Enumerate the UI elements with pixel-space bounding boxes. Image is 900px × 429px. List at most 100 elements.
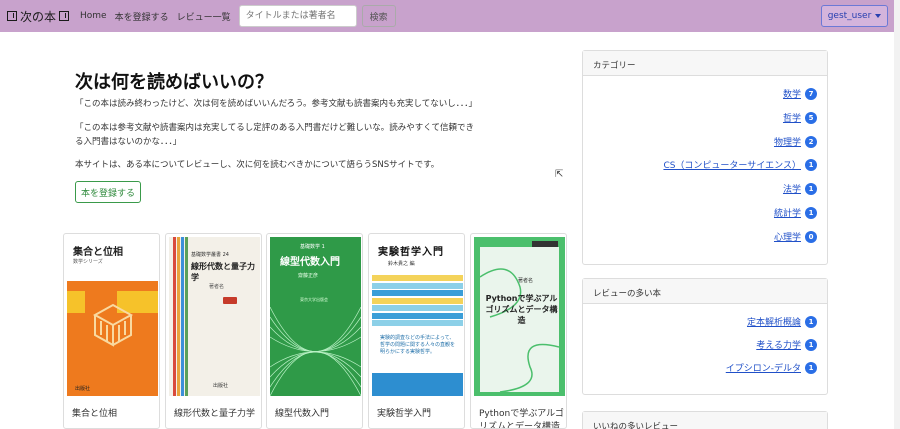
- count-badge: 1: [805, 206, 817, 219]
- chevron-down-icon: [875, 14, 882, 18]
- count-badge: 1: [805, 158, 817, 171]
- categories-panel: カテゴリー 数学 7 哲学 5 物理学 2 CS（コンピューターサイエンス） 1…: [582, 50, 828, 265]
- cover-tag: [223, 297, 237, 304]
- cover-bar: [372, 290, 463, 296]
- category-item[interactable]: 心理学 0: [774, 230, 817, 243]
- cover-author: 著者名: [209, 284, 225, 290]
- book-cover[interactable]: 基礎数学叢書 24 線形代数と量子力学 著者名 出版社: [169, 237, 260, 396]
- cover-footer: [372, 373, 463, 396]
- cover-series: 基礎数学 1: [300, 244, 325, 250]
- category-link[interactable]: 法学: [783, 182, 801, 195]
- book-card[interactable]: 実験哲学入門 鈴木貴之 編 実験的調査などの手法によって、哲学の問題に関する人々…: [368, 233, 465, 429]
- curve-pattern-icon: [270, 307, 361, 396]
- book-title[interactable]: 線形代数と量子力学: [174, 408, 259, 421]
- category-link[interactable]: 数学: [783, 87, 801, 100]
- category-item[interactable]: 哲学 5: [783, 111, 817, 124]
- cover-title: 線型代数入門: [280, 257, 340, 268]
- book-card[interactable]: 著者名 Pythonで学ぶアルゴリズムとデータ構造 Pythonで学ぶアルゴリズ…: [470, 233, 567, 429]
- book-title[interactable]: 集合と位相: [72, 408, 157, 421]
- popular-book-item[interactable]: 考える力学 1: [756, 338, 817, 351]
- popular-book-link[interactable]: 定本解析概論: [747, 315, 801, 328]
- count-badge: 0: [805, 230, 817, 243]
- popular-books-title: レビューの多い本: [583, 279, 827, 304]
- cover-band: [67, 291, 85, 313]
- count-badge: 1: [805, 338, 817, 351]
- cover-bar: [372, 282, 463, 289]
- nav-home[interactable]: Home: [80, 11, 107, 21]
- category-link[interactable]: 哲学: [783, 111, 801, 124]
- mouse-cursor-icon: ⇱: [555, 169, 564, 180]
- count-badge: 7: [805, 87, 817, 100]
- category-item[interactable]: 数学 7: [783, 87, 817, 100]
- user-name: gest_user: [827, 11, 872, 21]
- categories-title: カテゴリー: [583, 51, 827, 76]
- popular-book-item[interactable]: イプシロン-デルタ 1: [726, 361, 817, 374]
- book-title[interactable]: Pythonで学ぶアルゴリズムとデータ構造: [479, 408, 564, 428]
- book-cover[interactable]: 著者名 Pythonで学ぶアルゴリズムとデータ構造: [474, 237, 565, 396]
- cover-stripe: [177, 237, 180, 396]
- cover-bar: [372, 320, 463, 326]
- cover-title: 実験哲学入門: [378, 247, 444, 258]
- brand-name: 次の本: [20, 9, 57, 24]
- category-item[interactable]: CS（コンピューターサイエンス） 1: [663, 158, 817, 171]
- book-card[interactable]: 基礎数学叢書 24 線形代数と量子力学 著者名 出版社 線形代数と量子力学: [165, 233, 262, 429]
- cover-series: 数学シリーズ: [73, 259, 103, 265]
- cover-bar: [372, 297, 463, 304]
- count-badge: 1: [805, 182, 817, 195]
- cover-author: 齋藤正彦: [298, 273, 319, 279]
- cube-pattern-icon: [92, 303, 134, 347]
- cover-author: 著者名: [518, 278, 534, 284]
- book-card[interactable]: 基礎数学 1 線型代数入門 齋藤正彦 東京大学出版会 線型代数入門: [266, 233, 363, 429]
- cover-publisher: 出版社: [75, 386, 91, 392]
- cover-publisher: 出版社: [213, 383, 229, 389]
- cover-publisher: 東京大学出版会: [300, 297, 328, 302]
- book-cover[interactable]: 集合と位相 数学シリーズ 出版社: [67, 237, 158, 396]
- book-title[interactable]: 実験哲学入門: [377, 408, 462, 421]
- liked-reviews-panel: いいねの多いレビュー: [582, 411, 828, 429]
- cover-title: Pythonで学ぶアルゴリズムとデータ構造: [485, 294, 558, 325]
- scrollbar[interactable]: [894, 0, 900, 429]
- category-link[interactable]: CS（コンピューターサイエンス）: [663, 158, 801, 171]
- cover-bar: [372, 312, 463, 319]
- count-badge: 1: [805, 361, 817, 374]
- cover-stripe: [173, 237, 176, 396]
- hero-title: 次は何を読めばいいの？: [75, 72, 273, 93]
- nav-register-book[interactable]: 本を登録する: [115, 10, 169, 23]
- cover-title: 集合と位相: [73, 247, 123, 258]
- category-link[interactable]: 心理学: [774, 230, 801, 243]
- book-cover[interactable]: 基礎数学 1 線型代数入門 齋藤正彦 東京大学出版会: [270, 237, 361, 396]
- popular-book-link[interactable]: イプシロン-デルタ: [726, 361, 801, 374]
- category-link[interactable]: 統計学: [774, 206, 801, 219]
- hero-about: 本サイトは、ある本についてレビューし、次に何を読むべきかについて語らうSNSサイ…: [75, 160, 440, 170]
- user-dropdown[interactable]: gest_user: [821, 5, 888, 27]
- cover-bar: [372, 305, 463, 311]
- cover-title: 線形代数と量子力学: [191, 262, 255, 282]
- category-item[interactable]: 物理学 2: [774, 135, 817, 148]
- nav-review-list[interactable]: レビュー一覧: [177, 10, 231, 23]
- cover-series: 基礎数学叢書 24: [191, 252, 229, 258]
- popular-book-link[interactable]: 考える力学: [756, 338, 801, 351]
- navbar: 次の本 Home 本を登録する レビュー一覧 検索 gest_user: [0, 0, 894, 32]
- brand-logo[interactable]: 次の本: [4, 8, 72, 25]
- count-badge: 2: [805, 135, 817, 148]
- popular-books-panel: レビューの多い本 定本解析概論 1 考える力学 1 イプシロン-デルタ 1: [582, 278, 828, 395]
- popular-book-item[interactable]: 定本解析概論 1: [747, 315, 817, 328]
- category-link[interactable]: 物理学: [774, 135, 801, 148]
- cover-blurb: 実験的調査などの手法によって、哲学の問題に関する人々の直観を明らかにする実験哲学…: [380, 335, 456, 355]
- count-badge: 1: [805, 315, 817, 328]
- search-button[interactable]: 検索: [361, 5, 396, 27]
- cover-stripe: [181, 237, 184, 396]
- book-title[interactable]: 線型代数入門: [275, 408, 360, 421]
- book-cover[interactable]: 実験哲学入門 鈴木貴之 編 実験的調査などの手法によって、哲学の問題に関する人々…: [372, 237, 463, 396]
- cover-stripe: [185, 237, 188, 396]
- cover-bars: [372, 275, 463, 329]
- book-icon: [7, 11, 17, 21]
- book-card[interactable]: 集合と位相 数学シリーズ 出版社 集合と位相: [63, 233, 160, 429]
- book-icon: [59, 11, 70, 21]
- category-item[interactable]: 統計学 1: [774, 206, 817, 219]
- count-badge: 5: [805, 111, 817, 124]
- search-input[interactable]: [238, 5, 357, 27]
- category-item[interactable]: 法学 1: [783, 182, 817, 195]
- register-book-button[interactable]: 本を登録する: [75, 181, 141, 203]
- hero-quote-1: 「この本は読み終わったけど、次は何を読めばいいんだろう。参考文献も読書案内も充実…: [75, 99, 478, 109]
